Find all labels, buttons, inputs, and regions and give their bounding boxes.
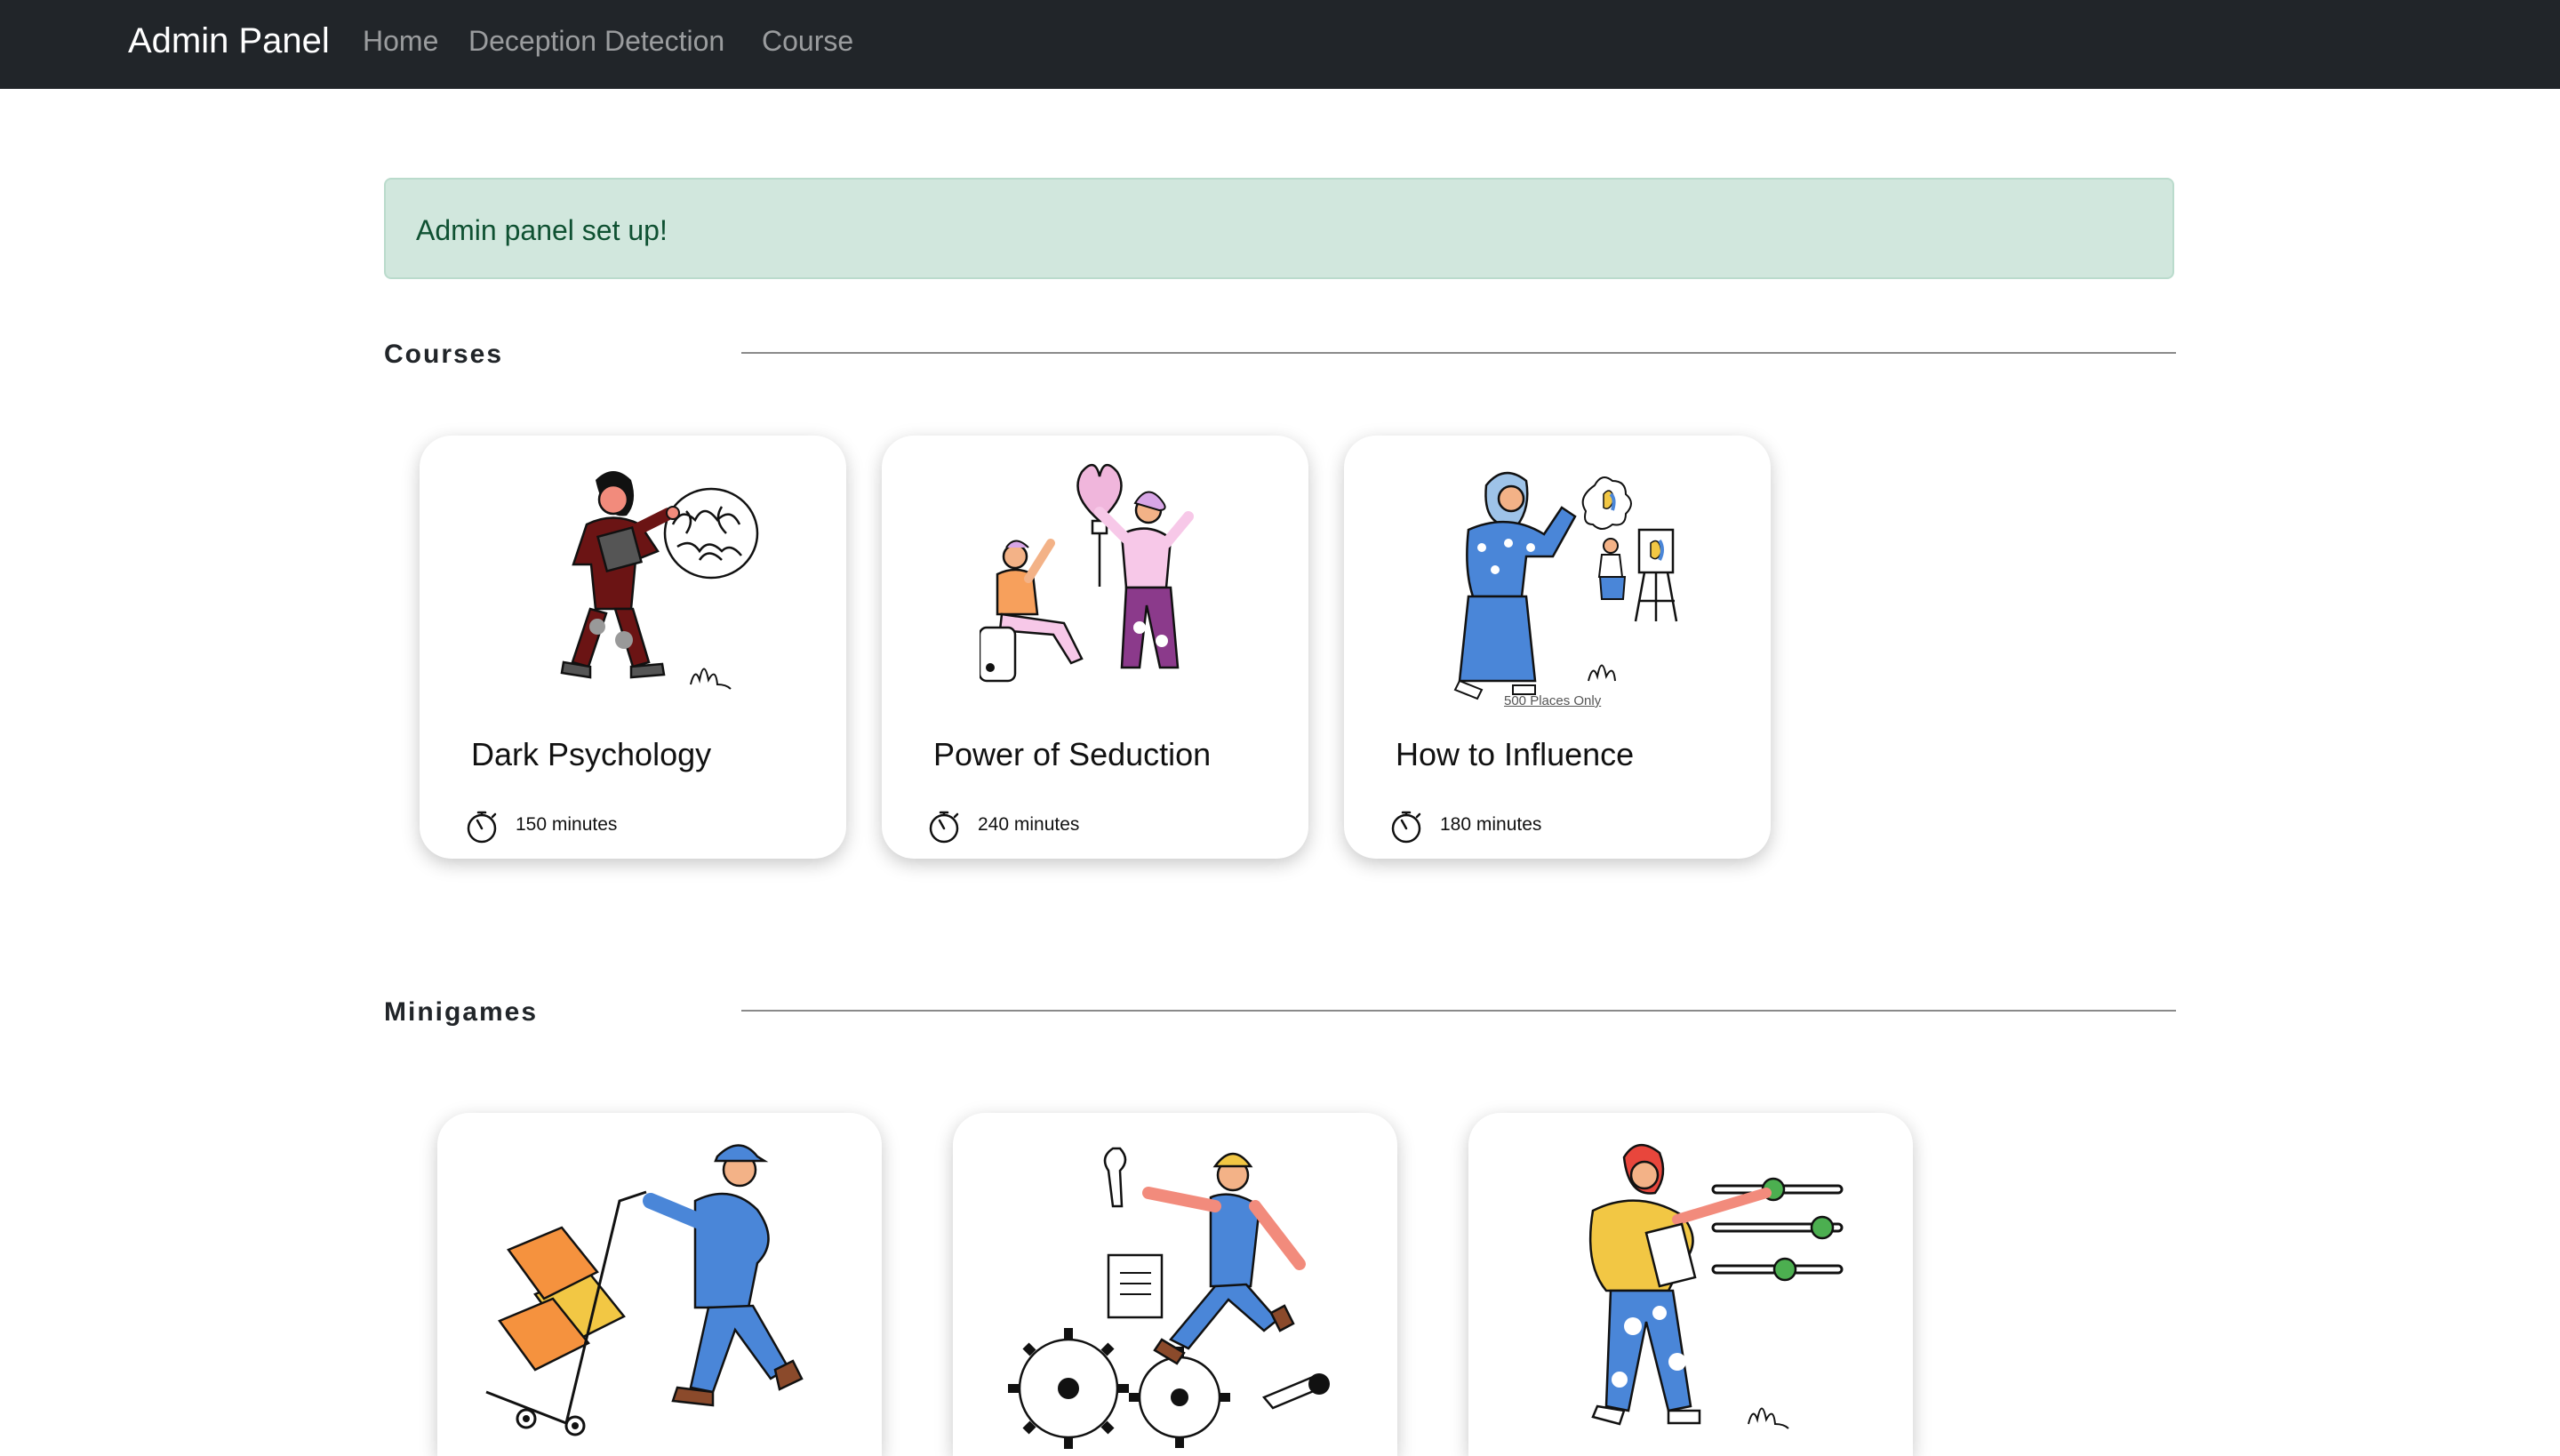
course-duration: 240 minutes [978, 814, 1080, 835]
nav-link-deception-detection[interactable]: Deception Detection [468, 21, 724, 60]
nav-link-course[interactable]: Course [762, 21, 853, 60]
course-duration: 150 minutes [516, 814, 618, 835]
couple-with-lightbulb-heart-illustration [980, 464, 1194, 683]
stopwatch-icon [467, 811, 497, 844]
minigame-card-mechanic[interactable] [953, 1113, 1397, 1456]
course-title: How to Influence [1396, 736, 1635, 772]
minigame-card-sliders[interactable] [1468, 1113, 1913, 1456]
courses-divider [741, 352, 2176, 354]
navbar: Admin Panel Home Deception Detection Cou… [0, 0, 2560, 89]
mechanic-with-gears-illustration [1008, 1147, 1330, 1449]
delivery-man-with-hand-truck-illustration [485, 1144, 804, 1436]
stopwatch-icon [929, 811, 959, 844]
illustration-caption: 500 Places Only [1504, 693, 1602, 708]
woman-holding-brain-illustration [560, 471, 759, 690]
stopwatch-icon [1391, 811, 1421, 844]
minigame-card-delivery[interactable] [437, 1113, 882, 1456]
brand-link[interactable]: Admin Panel [128, 20, 330, 62]
success-alert: Admin panel set up! [384, 178, 2174, 279]
course-title: Power of Seduction [933, 736, 1212, 772]
course-duration: 180 minutes [1440, 814, 1542, 835]
course-card-how-to-influence[interactable]: 500 Places Only How to Influence 180 min… [1344, 436, 1771, 859]
courses-heading: Courses [384, 340, 504, 369]
course-title: Dark Psychology [471, 736, 712, 772]
minigames-divider [741, 1010, 2176, 1012]
woman-adjusting-sliders-illustration [1588, 1144, 1844, 1429]
course-card-dark-psychology[interactable]: Dark Psychology 150 minutes [420, 436, 846, 859]
minigames-heading: Minigames [384, 997, 539, 1027]
course-card-power-of-seduction[interactable]: Power of Seduction 240 minutes [882, 436, 1308, 859]
nav-link-home[interactable]: Home [363, 21, 438, 60]
woman-with-easel-painting-illustration [1453, 472, 1678, 700]
